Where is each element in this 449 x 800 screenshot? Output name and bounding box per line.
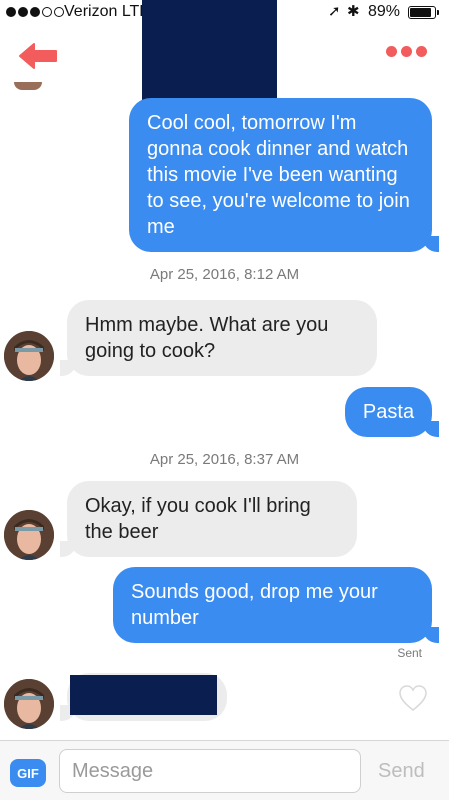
avatar[interactable] [4, 510, 54, 560]
incoming-message: Okay, if you cook I'll bring the beer [60, 481, 357, 557]
battery-percent: 89% [368, 3, 401, 20]
incoming-message: Hmm maybe. What are you going to cook? [60, 300, 377, 376]
avatar[interactable] [4, 679, 54, 729]
bluetooth-icon: ✱ [347, 3, 360, 20]
message-timestamp: Apr 25, 2016, 8:12 AM [149, 266, 300, 283]
redacted-message-block [70, 675, 217, 715]
avatar[interactable] [4, 331, 54, 381]
redacted-profile-block [142, 0, 277, 100]
battery-icon [408, 6, 439, 19]
back-arrow-icon[interactable] [16, 40, 60, 72]
location-icon: ➚ [328, 3, 341, 20]
gif-button[interactable]: GIF [10, 759, 46, 787]
signal-strength-icon [6, 7, 64, 17]
outgoing-message: Sounds good, drop me your number [113, 567, 439, 643]
message-timestamp: Apr 25, 2016, 8:37 AM [149, 451, 300, 468]
avatar [14, 82, 42, 90]
outgoing-message: Cool cool, tomorrow I'm gonna cook dinne… [129, 98, 439, 252]
like-heart-icon[interactable] [398, 684, 428, 712]
message-input[interactable] [59, 749, 361, 793]
outgoing-message: Pasta [345, 387, 439, 437]
sent-status: Sent [397, 646, 422, 660]
send-button[interactable]: Send [378, 760, 425, 783]
carrier-name: Verizon LTE [64, 3, 150, 20]
more-options-icon[interactable] [386, 46, 427, 57]
message-composer: GIF Send [0, 740, 449, 800]
